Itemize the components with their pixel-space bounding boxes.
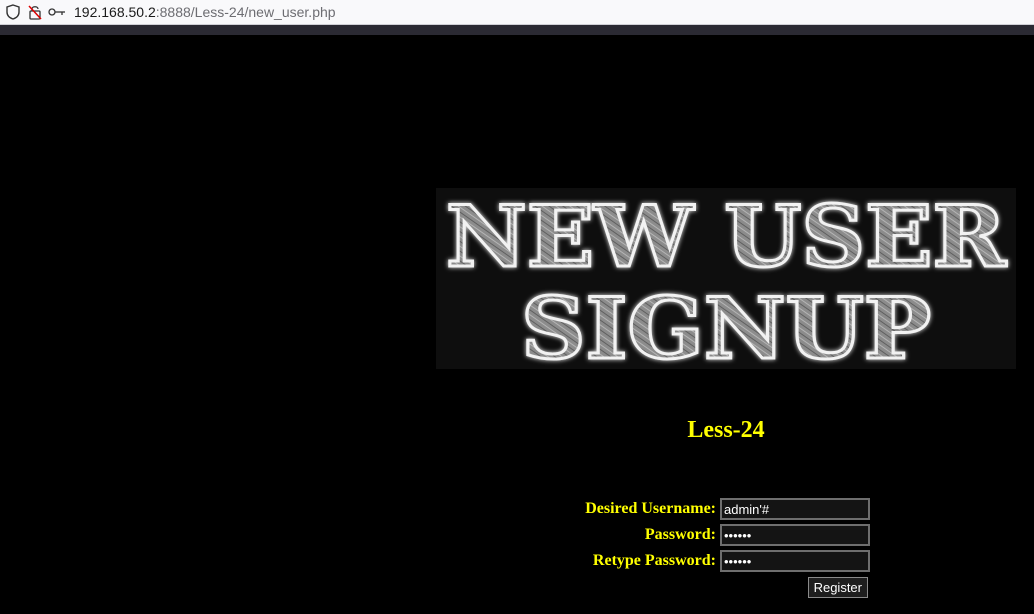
retype-password-row: Retype Password: [560, 548, 870, 574]
password-field[interactable] [720, 524, 870, 546]
retype-password-label: Retype Password: [592, 552, 716, 569]
username-label: Desired Username: [585, 500, 716, 517]
url-path: :8888/Less-24/new_user.php [155, 4, 336, 20]
shield-icon[interactable] [4, 3, 22, 21]
key-icon[interactable] [48, 3, 66, 21]
page-title: Less-24 [687, 417, 765, 443]
password-row: Password: [560, 522, 870, 548]
browser-toolbar-edge [0, 25, 1034, 35]
username-row: Desired Username: [560, 496, 870, 522]
signup-form: Desired Username: Password: Retype Passw… [560, 496, 870, 600]
password-label: Password: [644, 526, 716, 543]
new-user-signup-banner: NEW USER SIGNUP [436, 188, 1016, 369]
insecure-lock-icon[interactable] [26, 3, 44, 21]
retype-password-field[interactable] [720, 550, 870, 572]
browser-address-bar: 192.168.50.2:8888/Less-24/new_user.php [0, 0, 1034, 25]
url-field[interactable]: 192.168.50.2:8888/Less-24/new_user.php [74, 4, 336, 20]
button-row: Register [560, 574, 868, 600]
register-button[interactable]: Register [807, 576, 868, 598]
banner-line-2: SIGNUP [521, 279, 931, 369]
url-host: 192.168.50.2 [74, 4, 156, 20]
banner-line-1: NEW USER [446, 188, 1007, 286]
username-field[interactable] [720, 498, 870, 520]
